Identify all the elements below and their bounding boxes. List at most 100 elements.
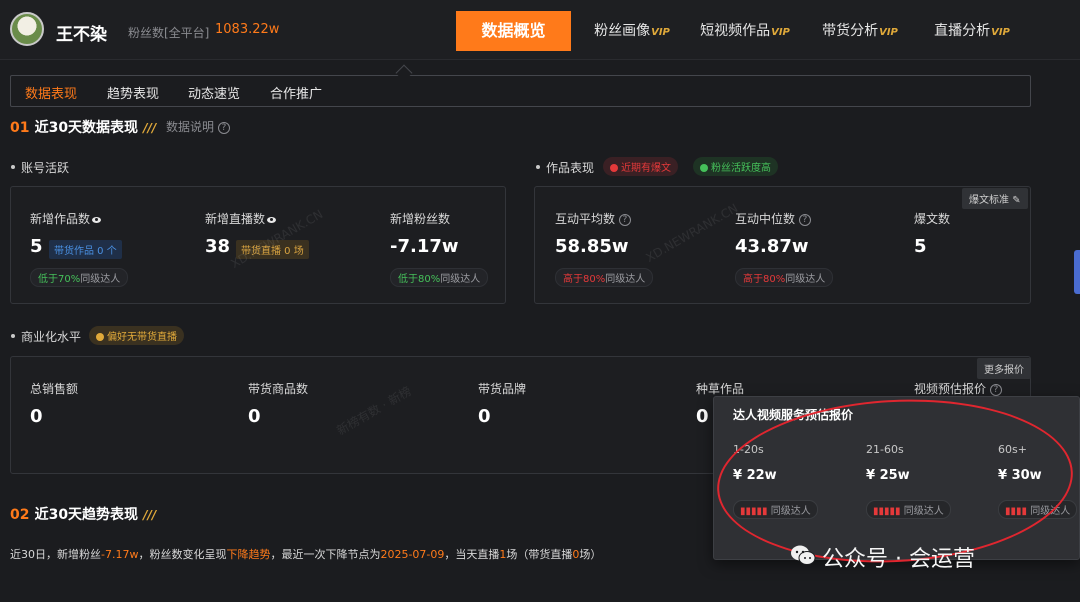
eye-icon[interactable] — [267, 216, 277, 223]
works-performance-heading: 作品表现 — [546, 161, 595, 175]
section-number: 02 — [10, 507, 30, 523]
metric-value-new-works: 5 — [30, 236, 43, 257]
summary-fans: -7.17w — [101, 548, 139, 561]
subtab-dynamic-overview[interactable]: 动态速览 — [188, 83, 240, 102]
metric-label-video-quote: 视频预估报价 ? — [914, 380, 1002, 397]
subtab-data-performance[interactable]: 数据表现 — [25, 83, 77, 102]
metric-label-sales-brands: 带货品牌 — [478, 382, 527, 396]
metric-label-total-sales: 总销售额 — [30, 382, 79, 396]
edit-icon: ✎ — [1012, 195, 1021, 206]
metric-label-new-works: 新增作品数 — [30, 210, 102, 227]
comparison-badge: 高于80%同级达人 — [555, 268, 654, 287]
viral-recent-pill: 近期有爆文 — [603, 157, 678, 176]
comparison-badge: 低于70%同级达人 — [30, 268, 129, 287]
tab-label: 短视频作品 — [700, 23, 771, 39]
cmp-percent: 80% — [418, 274, 441, 285]
vip-badge: VIP — [879, 27, 898, 38]
metric-value-new-live: 38 — [205, 236, 231, 257]
metric-label-new-fans: 新增粉丝数 — [390, 212, 451, 226]
summary-text: 近30日，新增粉丝 — [10, 548, 101, 561]
fans-count-value: 1083.22w — [215, 22, 280, 37]
metric-label-sales-products: 带货商品数 — [248, 382, 309, 396]
tab-label: 带货分析 — [822, 23, 879, 39]
wechat-icon — [791, 545, 816, 565]
bullet-dot — [536, 165, 540, 169]
section-mark: /// — [143, 121, 157, 135]
summary-text: ，当天直播 — [444, 548, 500, 561]
side-float-tab[interactable] — [1074, 250, 1080, 294]
section-title: 近30天数据表现 — [34, 120, 139, 136]
user-icon — [700, 164, 708, 172]
tab-label: 数据概览 — [481, 21, 546, 40]
comparison-badge: 高于80%同级达人 — [735, 268, 834, 287]
eye-icon[interactable] — [92, 216, 102, 223]
vip-badge: VIP — [771, 27, 790, 38]
section-mark: /// — [143, 508, 157, 522]
commerce-heading: 商业化水平 — [21, 330, 82, 344]
metric-value-sales-products: 0 — [248, 406, 261, 427]
account-activity-heading: 账号活跃 — [21, 161, 70, 175]
metric-label-seeding-works: 种草作品 — [696, 382, 745, 396]
subtab-bar — [10, 75, 1031, 107]
subtab-trend-performance[interactable]: 趋势表现 — [107, 83, 159, 102]
tab-sales-analysis[interactable]: 带货分析VIP — [810, 11, 910, 51]
metric-value-seeding-works: 0 — [696, 406, 709, 427]
pill-label: 偏好无带货直播 — [107, 332, 177, 343]
trend-summary: 近30日，新增粉丝-7.17w，粉丝数变化呈现下降趋势，最近一次下降节点为202… — [10, 546, 601, 562]
metric-value-sales-brands: 0 — [478, 406, 491, 427]
bullet-dot — [11, 334, 15, 338]
fans-active-pill: 粉丝活跃度高 — [693, 157, 778, 176]
bullet-dot — [11, 165, 15, 169]
alert-icon — [610, 164, 618, 172]
cmp-prefix: 高于 — [563, 274, 583, 285]
metric-value-total-sales: 0 — [30, 406, 43, 427]
summary-date: 2025-07-09 — [380, 548, 445, 561]
question-icon: ? — [217, 121, 230, 134]
viral-standard-button[interactable]: 爆文标准 ✎ — [962, 188, 1028, 209]
tab-data-overview[interactable]: 数据概览 — [456, 11, 571, 51]
metric-label-text: 视频预估报价 — [914, 382, 987, 396]
cmp-percent: 80% — [583, 274, 606, 285]
vip-badge: VIP — [991, 27, 1010, 38]
pill-label: 近期有爆文 — [621, 163, 671, 174]
metric-label-text: 互动平均数 — [555, 212, 616, 226]
sales-works-badge: 带货作品 0 个 — [49, 240, 122, 259]
summary-text: ，粉丝数变化呈现 — [138, 548, 227, 561]
tab-fans-portrait[interactable]: 粉丝画像VIP — [582, 11, 682, 51]
data-help-link[interactable]: 数据说明 ? — [166, 118, 230, 135]
prefers-no-sales-live-pill: 偏好无带货直播 — [89, 326, 184, 345]
summary-trend: 下降趋势 — [226, 548, 271, 561]
avatar[interactable] — [10, 12, 44, 46]
cmp-suffix: 同级达人 — [80, 274, 121, 285]
summary-text: 场） — [579, 548, 602, 561]
section-title: 近30天趋势表现 — [34, 507, 139, 523]
metric-label-text: 新增作品数 — [30, 212, 91, 226]
more-quotes-button[interactable]: 更多报价 — [977, 358, 1031, 379]
metric-value-avg-interaction: 58.85w — [555, 236, 629, 257]
cmp-percent: 70% — [58, 274, 81, 285]
cmp-prefix: 低于 — [398, 274, 418, 285]
cmp-suffix: 同级达人 — [605, 274, 646, 285]
metric-label-text: 互动中位数 — [735, 212, 796, 226]
summary-text: ，最近一次下降节点为 — [270, 548, 381, 561]
data-help-label: 数据说明 — [166, 120, 215, 134]
summary-text: 场（带货直播 — [506, 548, 573, 561]
cmp-prefix: 低于 — [38, 274, 58, 285]
tab-short-video[interactable]: 短视频作品VIP — [690, 11, 800, 51]
metric-label-new-live: 新增直播数 — [205, 210, 277, 227]
metric-label-viral-count: 爆文数 — [914, 212, 951, 226]
question-icon[interactable]: ? — [618, 213, 631, 226]
metric-value-new-fans: -7.17w — [390, 236, 459, 257]
tab-label: 直播分析 — [934, 23, 991, 39]
cmp-percent: 80% — [763, 274, 786, 285]
vip-badge: VIP — [651, 27, 670, 38]
metric-label-avg-interaction: 互动平均数 ? — [555, 210, 631, 227]
user-name: 王不染 — [56, 25, 107, 45]
question-icon[interactable]: ? — [989, 383, 1002, 396]
tab-live-analysis[interactable]: 直播分析VIP — [922, 11, 1022, 51]
metric-value-median-interaction: 43.87w — [735, 236, 809, 257]
pill-label: 粉丝活跃度高 — [711, 163, 771, 174]
question-icon[interactable]: ? — [798, 213, 811, 226]
subtab-cooperation[interactable]: 合作推广 — [270, 83, 322, 102]
tab-label: 粉丝画像 — [594, 23, 651, 39]
